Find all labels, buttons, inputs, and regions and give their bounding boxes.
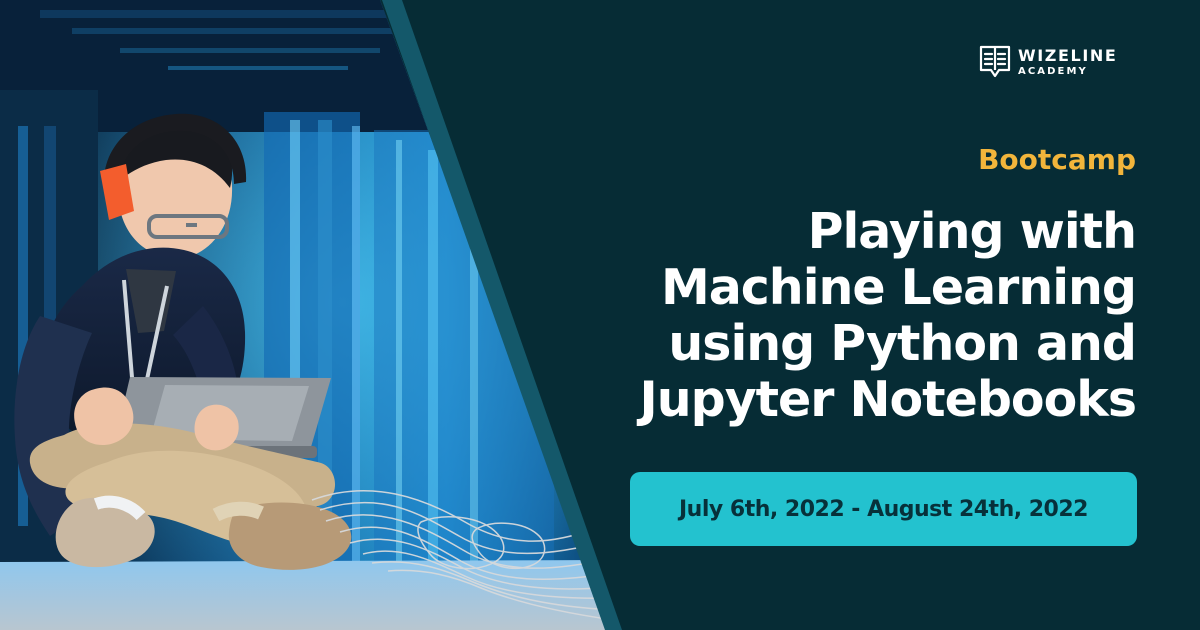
date-range-text: July 6th, 2022 - August 24th, 2022 xyxy=(679,496,1088,522)
title-line-1: Playing with xyxy=(807,203,1137,260)
promo-banner: WIZELINE ACADEMY Bootcamp Playing with M… xyxy=(0,0,1200,630)
event-title: Playing with Machine Learning using Pyth… xyxy=(526,203,1138,428)
title-line-4: Jupyter Notebooks xyxy=(639,371,1138,428)
title-line-2: Machine Learning xyxy=(660,259,1137,316)
book-chat-icon xyxy=(979,45,1011,78)
brand-name-line2: ACADEMY xyxy=(1018,65,1088,77)
wizeline-academy-logo: WIZELINE ACADEMY xyxy=(978,40,1134,84)
logo-text: WIZELINE ACADEMY xyxy=(1018,45,1118,77)
brand-name-line1: WIZELINE xyxy=(1018,45,1118,65)
title-line-3: using Python and xyxy=(668,315,1137,372)
event-type-label: Bootcamp xyxy=(978,143,1136,176)
date-range-pill: July 6th, 2022 - August 24th, 2022 xyxy=(630,472,1137,546)
